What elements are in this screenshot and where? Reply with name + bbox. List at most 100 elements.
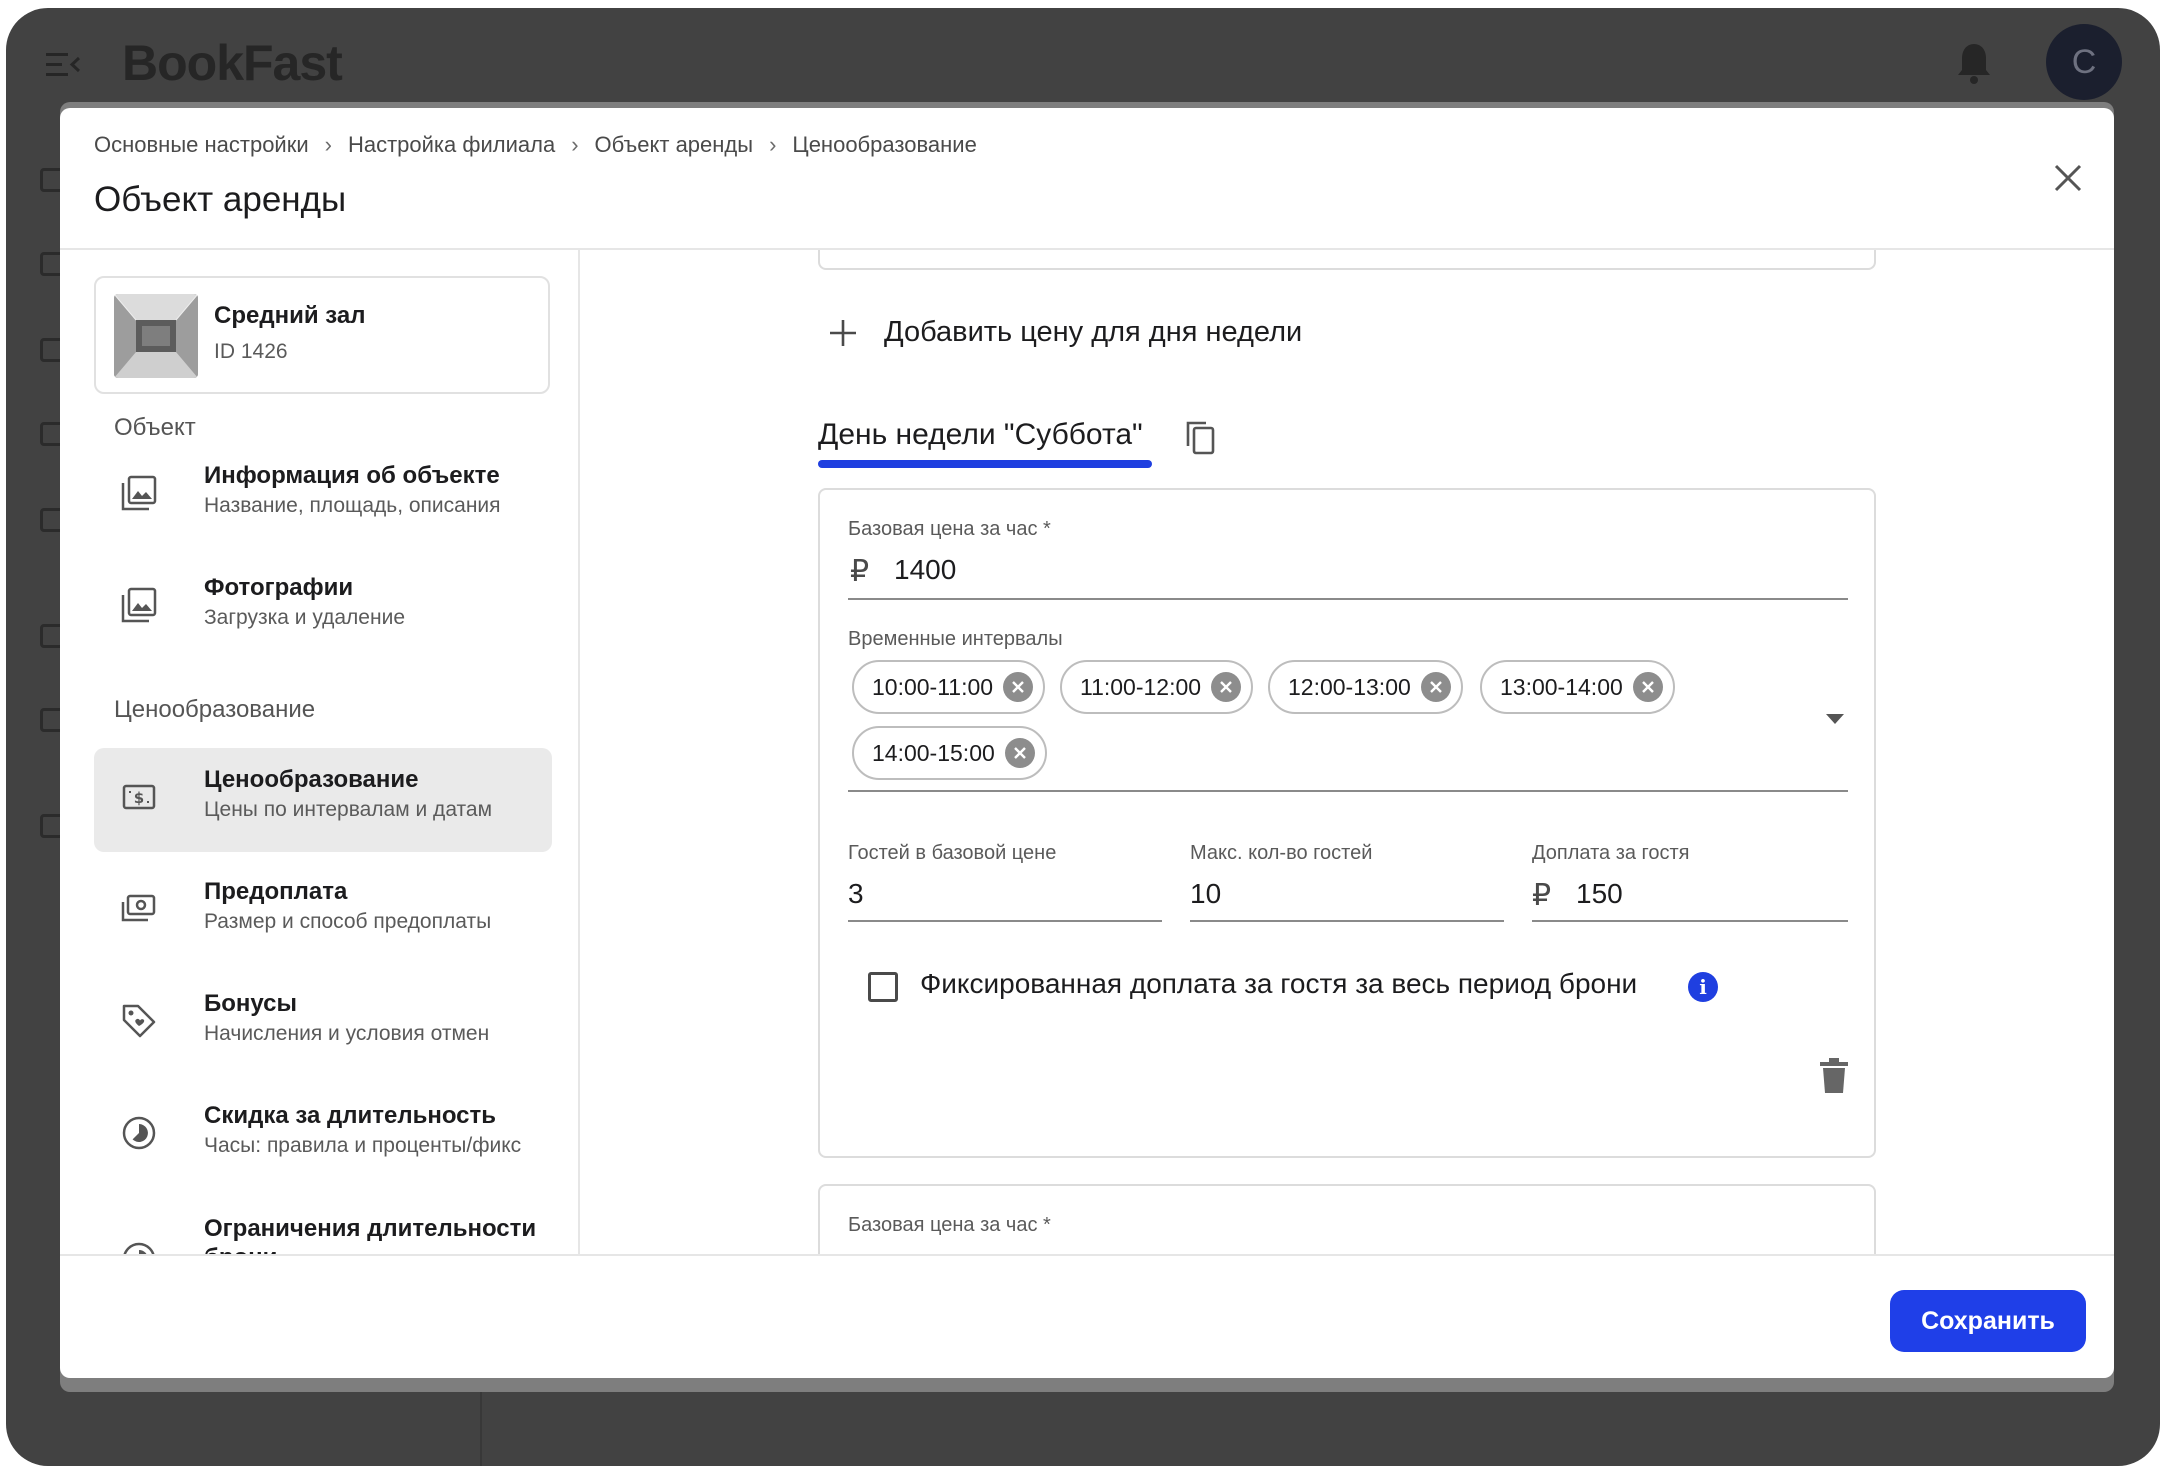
timelapse-icon xyxy=(122,1116,156,1150)
interval-chip-label: 10:00-11:00 xyxy=(872,673,994,700)
add-weekday-price-label: Добавить цену для дня недели xyxy=(884,316,1303,348)
sidebar-item-title: Ценообразование xyxy=(204,766,419,793)
base-price-label: Базовая цена за час * xyxy=(848,1214,1051,1236)
sidebar-item-subtitle: Часы: правила и проценты/фикс xyxy=(204,1134,522,1157)
app-frame: BookFast C Основные настройки › Настройк… xyxy=(6,8,2160,1466)
price-tag-icon: $ xyxy=(122,784,156,810)
interval-chip[interactable]: 12:00-13:00 xyxy=(1268,660,1463,714)
sidebar-item-title: Фотографии xyxy=(204,574,354,601)
extra-guest-fee-input[interactable]: 150 xyxy=(1576,878,1623,910)
sidebar-item-title: Ограничения длительности брони xyxy=(204,1215,537,1255)
base-price-label: Базовая цена за час * xyxy=(848,518,1051,540)
sidebar-item-title: Информация об объекте xyxy=(204,462,500,489)
settings-modal: Основные настройки › Настройка филиала ›… xyxy=(60,108,2114,1378)
breadcrumb-item[interactable]: Объект аренды xyxy=(595,132,754,158)
interval-chip-label: 11:00-12:00 xyxy=(1080,673,1202,700)
object-card[interactable]: Средний зал ID 1426 xyxy=(94,276,550,394)
price-card: Базовая цена за час * ₽ 1400 Временные и… xyxy=(818,488,1876,1158)
chevron-right-icon: › xyxy=(571,132,579,157)
guests-base-underline xyxy=(848,920,1162,922)
breadcrumb-item-current: Ценообразование xyxy=(792,132,977,157)
section-label-object: Объект xyxy=(114,414,196,441)
app-logo[interactable]: BookFast xyxy=(122,34,343,92)
sidebar-item-subtitle: Загрузка и удаление xyxy=(204,606,405,629)
max-guests-input[interactable]: 10 xyxy=(1190,878,1221,910)
remove-chip-icon[interactable] xyxy=(1211,672,1242,702)
object-name: Средний зал xyxy=(214,302,366,329)
notifications-bell-icon[interactable] xyxy=(1956,42,1992,84)
menu-collapse-icon[interactable] xyxy=(46,52,80,78)
remove-chip-icon[interactable] xyxy=(1632,672,1663,702)
previous-price-card xyxy=(818,250,1876,270)
user-avatar[interactable]: C xyxy=(2046,24,2122,100)
modal-title: Объект аренды xyxy=(94,180,347,219)
remove-chip-icon[interactable] xyxy=(1420,672,1451,702)
interval-chip-label: 12:00-13:00 xyxy=(1288,673,1411,700)
sidebar-item-prepayment[interactable]: Предоплата Размер и способ предоплаты xyxy=(94,860,552,964)
sidebar-item-bonuses[interactable]: Бонусы Начисления и условия отмен xyxy=(94,972,552,1076)
copy-icon[interactable] xyxy=(1184,420,1216,456)
image-gallery-icon xyxy=(121,475,157,511)
chevron-right-icon: › xyxy=(324,132,332,157)
svg-text:$: $ xyxy=(134,789,144,807)
guests-base-input[interactable]: 3 xyxy=(848,878,864,910)
close-icon[interactable] xyxy=(2050,160,2086,196)
sidebar-item-duration-limits[interactable]: Ограничения длительности брони xyxy=(94,1196,552,1255)
footer-divider xyxy=(60,1254,2114,1256)
payments-icon xyxy=(121,894,156,922)
chevron-right-icon: › xyxy=(769,132,777,157)
add-weekday-price-button[interactable]: Добавить цену для дня недели xyxy=(828,316,1302,349)
guests-base-label: Гостей в базовой цене xyxy=(848,842,1057,864)
photos-icon xyxy=(121,587,157,623)
sidebar-item-title: Предоплата xyxy=(204,878,348,905)
intervals-underline xyxy=(848,790,1848,792)
max-guests-label: Макс. кол-во гостей xyxy=(1190,842,1373,864)
weekday-title-underline xyxy=(818,460,1152,468)
info-icon[interactable]: i xyxy=(1688,972,1718,1002)
save-button[interactable]: Сохранить xyxy=(1890,1290,2086,1352)
plus-icon xyxy=(830,319,856,346)
extra-guest-fee-label: Доплата за гостя xyxy=(1532,842,1690,864)
sidebar-item-pricing[interactable]: $ Ценообразование Цены по интервалам и д… xyxy=(94,748,552,852)
breadcrumb-item[interactable]: Настройка филиала xyxy=(348,132,555,158)
sidebar-item-title: Скидка за длительность xyxy=(204,1102,497,1129)
intervals-label: Временные интервалы xyxy=(848,628,1063,650)
interval-chip-label: 14:00-15:00 xyxy=(872,739,995,766)
max-guests-underline xyxy=(1190,920,1504,922)
object-thumbnail xyxy=(114,294,198,378)
weekday-title: День недели "Суббота" xyxy=(818,418,1143,451)
sidebar-item-duration-discount[interactable]: Скидка за длительность Часы: правила и п… xyxy=(94,1084,552,1188)
object-id: ID 1426 xyxy=(214,340,288,363)
sidebar-item-subtitle: Начисления и условия отмен xyxy=(204,1022,490,1045)
ruble-icon: ₽ xyxy=(850,555,870,588)
sidebar-item-subtitle: Цены по интервалам и датам xyxy=(204,798,493,821)
intervals-dropdown-arrow-icon[interactable] xyxy=(1826,714,1844,724)
remove-chip-icon[interactable] xyxy=(1003,672,1034,702)
base-price-input[interactable]: 1400 xyxy=(894,554,956,586)
duration-limit-icon xyxy=(123,1242,155,1255)
price-card: Базовая цена за час * ₽ 1700 xyxy=(818,1184,1876,1255)
breadcrumb: Основные настройки › Настройка филиала ›… xyxy=(94,132,977,158)
sidebar-item-title: Бонусы xyxy=(204,990,297,1017)
sidebar-item-photos[interactable]: Фотографии Загрузка и удаление xyxy=(94,556,552,660)
ruble-icon: ₽ xyxy=(1532,879,1552,912)
section-label-pricing: Ценообразование xyxy=(114,696,316,723)
sidebar-item-info[interactable]: Информация об объекте Название, площадь,… xyxy=(94,444,552,548)
interval-chip[interactable]: 14:00-15:00 xyxy=(852,726,1047,780)
base-price-underline xyxy=(848,598,1848,600)
sidebar: Средний зал ID 1426 Объект Информация об… xyxy=(60,250,580,1255)
loyalty-tag-icon xyxy=(122,1004,156,1038)
interval-chip[interactable]: 13:00-14:00 xyxy=(1480,660,1675,714)
fixed-fee-label[interactable]: Фиксированная доплата за гостя за весь п… xyxy=(920,968,1637,1000)
pricing-content: Добавить цену для дня недели День недели… xyxy=(580,250,2114,1255)
extra-guest-fee-underline xyxy=(1532,920,1848,922)
delete-trash-icon[interactable] xyxy=(1820,1058,1848,1094)
sidebar-item-subtitle: Размер и способ предоплаты xyxy=(204,910,492,933)
fixed-fee-checkbox[interactable] xyxy=(868,972,898,1002)
interval-chip-label: 13:00-14:00 xyxy=(1500,673,1623,700)
sidebar-item-subtitle: Название, площадь, описания xyxy=(204,494,501,517)
remove-chip-icon[interactable] xyxy=(1004,738,1035,768)
interval-chip[interactable]: 11:00-12:00 xyxy=(1060,660,1254,714)
interval-chip[interactable]: 10:00-11:00 xyxy=(852,660,1046,714)
breadcrumb-item[interactable]: Основные настройки xyxy=(94,132,309,158)
